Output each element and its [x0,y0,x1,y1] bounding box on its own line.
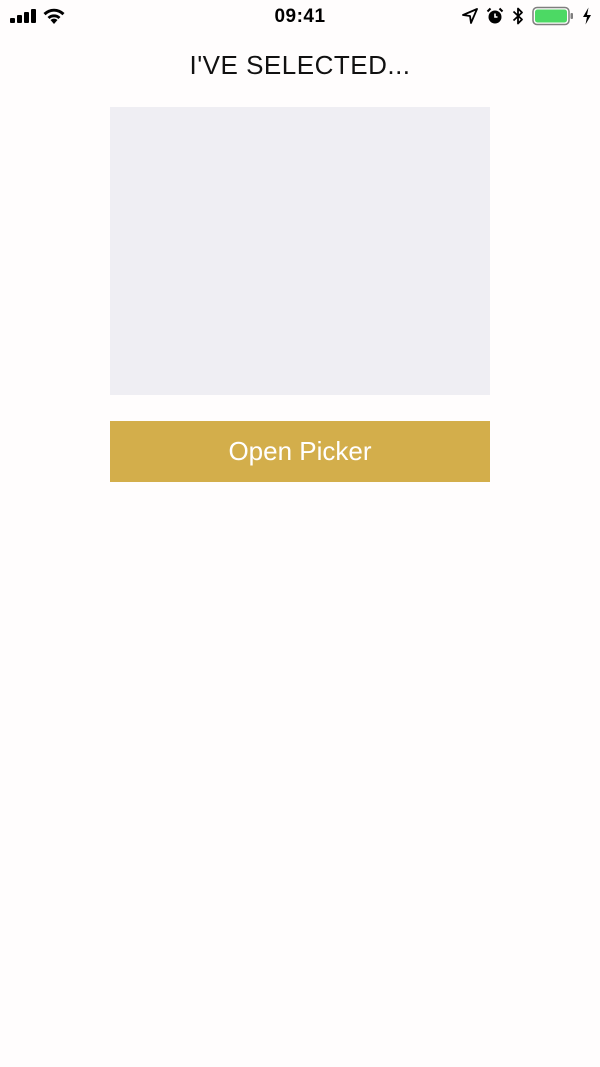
app-screen: 09:41 I'VE SELECTED... Open Picker [0,0,600,1067]
charging-bolt-icon [583,7,591,25]
selected-images-area [110,107,490,395]
battery-icon [532,6,573,26]
status-right-icons [462,5,592,27]
open-picker-button[interactable]: Open Picker [110,421,490,482]
location-arrow-icon [462,8,478,24]
status-bar: 09:41 [0,0,600,34]
page-title: I'VE SELECTED... [189,50,411,80]
wifi-icon [43,8,65,24]
bluetooth-icon [512,7,523,25]
alarm-icon [486,7,504,24]
cellular-signal-icon [10,9,36,23]
